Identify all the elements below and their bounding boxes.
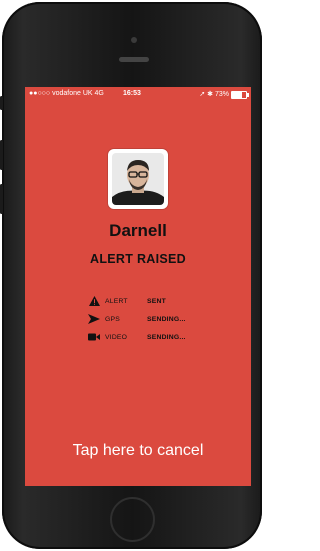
status-row-video: VIDEO SENDING... [83, 328, 243, 346]
status-right: ➚ ✱ 73% [199, 91, 229, 98]
user-photo-icon [112, 153, 164, 205]
status-label: ALERT [105, 297, 128, 305]
earpiece-speaker [119, 57, 149, 62]
warning-icon [83, 296, 105, 306]
status-label: GPS [105, 315, 120, 323]
front-camera [131, 37, 137, 43]
video-camera-icon [83, 333, 105, 341]
carrier-label: ●●○○○ vodafone UK 4G [29, 90, 104, 97]
volume-down-button [0, 184, 3, 214]
battery-icon [231, 91, 249, 99]
cancel-button[interactable]: Tap here to cancel [25, 442, 251, 460]
status-value: SENT [147, 297, 166, 305]
gps-arrow-icon [83, 314, 105, 324]
status-bar: ●●○○○ vodafone UK 4G 16:53 ➚ ✱ 73% [25, 87, 251, 101]
status-value: SENDING... [147, 333, 186, 341]
contact-name: Darnell [109, 221, 167, 240]
volume-up-button [0, 140, 3, 170]
mute-switch [0, 96, 3, 110]
home-button[interactable] [110, 497, 155, 542]
status-label: VIDEO [105, 333, 128, 341]
status-row-alert: ALERT SENT [83, 292, 243, 310]
alert-title: ALERT RAISED [90, 252, 186, 266]
status-list: ALERT SENT GPS SENDING... VIDEO SENDING.… [83, 292, 243, 346]
status-row-gps: GPS SENDING... [83, 310, 243, 328]
status-value: SENDING... [147, 315, 186, 323]
clock: 16:53 [123, 90, 141, 97]
avatar [108, 149, 168, 209]
app-screen: ●●○○○ vodafone UK 4G 16:53 ➚ ✱ 73% Darne… [25, 87, 251, 486]
